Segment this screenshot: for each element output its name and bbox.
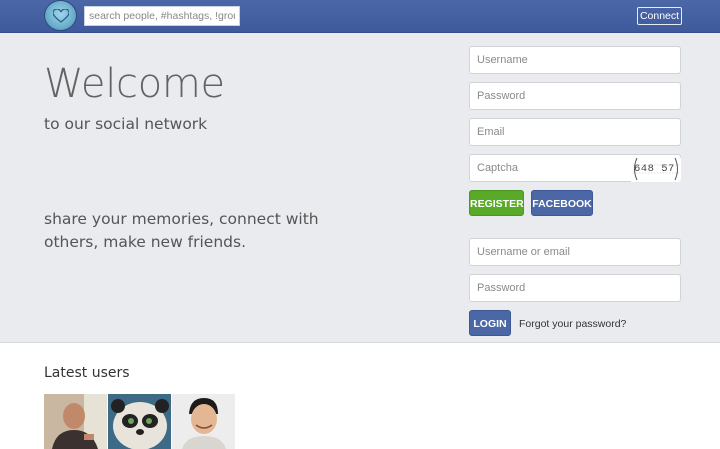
hero-title: Welcome — [44, 61, 225, 107]
register-email-field[interactable] — [469, 118, 681, 146]
top-navigation-bar: Connect — [0, 0, 720, 33]
register-username-field[interactable] — [469, 46, 681, 74]
user-photo-bald-man — [44, 394, 107, 449]
captcha-image: 648 57 — [631, 156, 681, 182]
login-username-field[interactable] — [469, 238, 681, 266]
register-button[interactable]: REGISTER — [469, 190, 524, 216]
register-password-field[interactable] — [469, 82, 681, 110]
hero-tagline: share your memories, connect with others… — [44, 210, 319, 251]
heart-logo-icon[interactable] — [44, 0, 77, 31]
latest-user-avatar[interactable] — [108, 394, 171, 449]
latest-user-avatar[interactable] — [172, 394, 235, 449]
hero-subtitle: to our social network — [44, 115, 208, 133]
forgot-password-link[interactable]: Forgot your password? — [519, 318, 626, 330]
connect-button[interactable]: Connect — [637, 7, 682, 25]
user-photo-smiling-man — [172, 394, 235, 449]
latest-user-avatar[interactable] — [44, 394, 107, 449]
latest-users-heading: Latest users — [44, 365, 130, 381]
login-button[interactable]: LOGIN — [469, 310, 511, 336]
login-password-field[interactable] — [469, 274, 681, 302]
facebook-login-button[interactable]: FACEBOOK — [531, 190, 593, 216]
heart-icon — [53, 9, 69, 23]
search-input[interactable] — [84, 6, 240, 26]
captcha-code: 648 57 — [634, 163, 675, 175]
user-photo-panda — [108, 394, 171, 449]
